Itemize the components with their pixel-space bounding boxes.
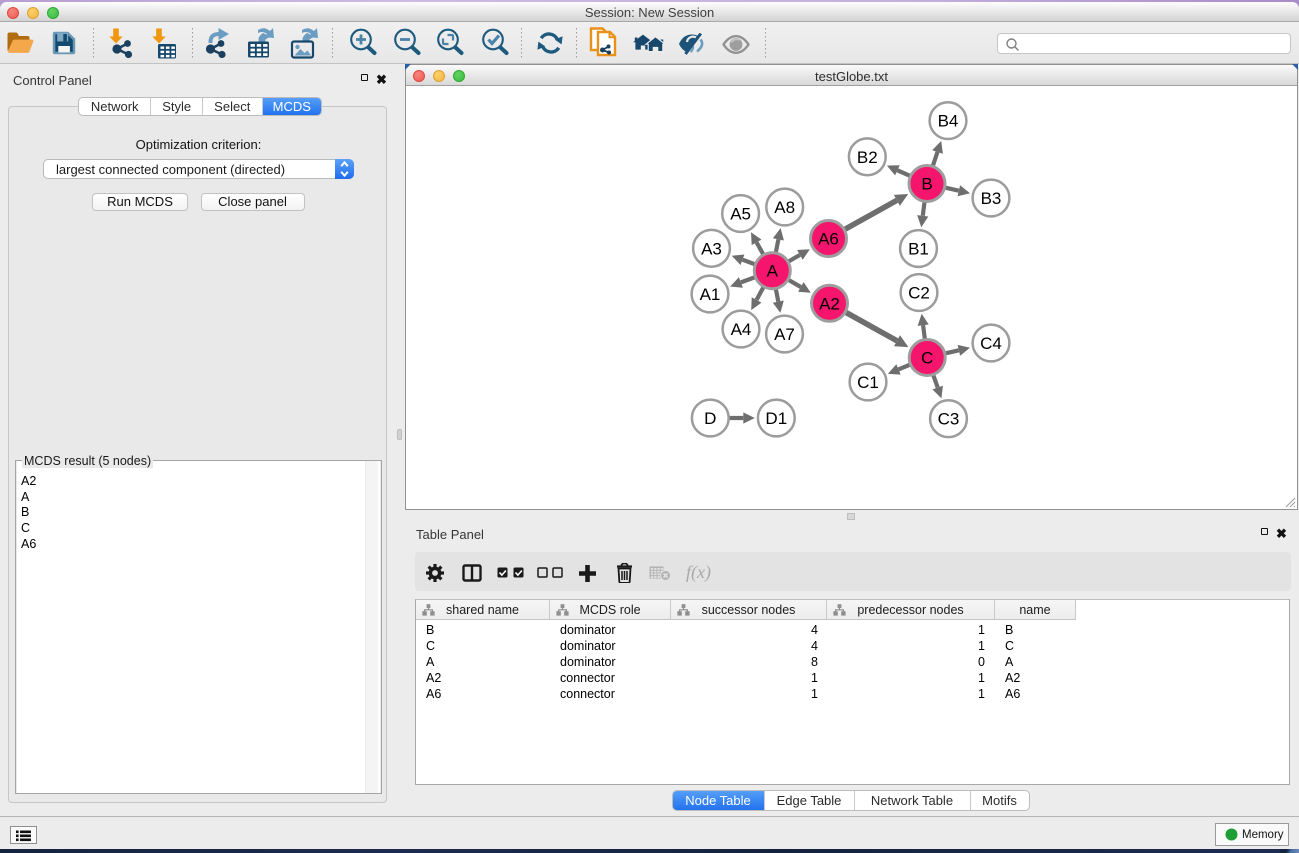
svg-text:A1: A1: [700, 285, 721, 304]
svg-text:B3: B3: [981, 189, 1002, 208]
svg-text:A2: A2: [819, 294, 840, 313]
svg-text:A7: A7: [774, 325, 795, 344]
svg-text:D: D: [704, 409, 716, 428]
svg-text:B2: B2: [857, 147, 878, 166]
svg-text:B: B: [921, 174, 932, 193]
svg-text:A4: A4: [731, 320, 752, 339]
svg-text:A8: A8: [774, 198, 795, 217]
svg-text:A5: A5: [730, 204, 751, 223]
svg-text:A: A: [767, 261, 779, 280]
svg-text:C: C: [921, 348, 933, 367]
svg-text:B1: B1: [908, 239, 929, 258]
svg-text:A6: A6: [818, 229, 839, 248]
svg-text:C2: C2: [908, 283, 930, 302]
svg-text:D1: D1: [765, 409, 787, 428]
svg-text:A3: A3: [701, 239, 722, 258]
svg-text:B4: B4: [938, 111, 959, 130]
svg-text:C3: C3: [938, 409, 960, 428]
svg-text:C1: C1: [857, 373, 879, 392]
svg-text:C4: C4: [980, 334, 1002, 353]
